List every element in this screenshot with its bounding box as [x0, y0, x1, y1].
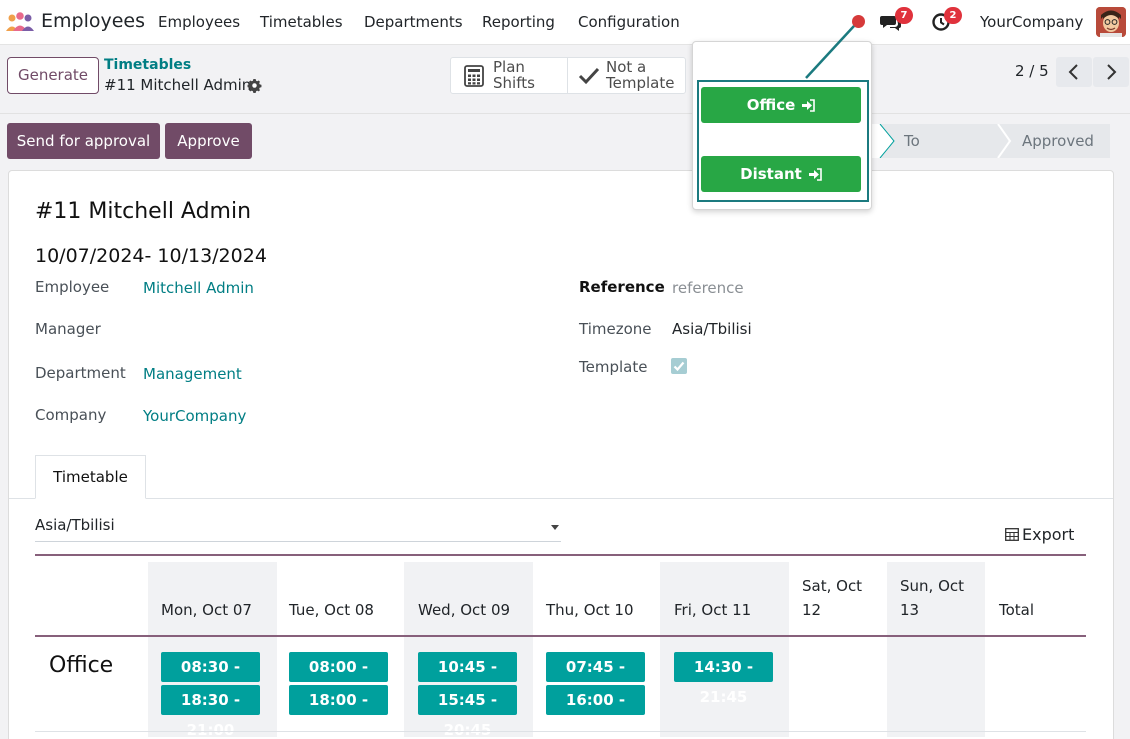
col-header-sat-day: 12	[802, 601, 822, 619]
slot-mon-1[interactable]: 08:30 - 12:15	[161, 652, 260, 706]
col-header-wed: Wed, Oct 09	[418, 601, 511, 619]
send-for-approval-button[interactable]: Send for approval	[7, 123, 160, 159]
menu-departments[interactable]: Departments	[364, 13, 463, 31]
app-name[interactable]: Employees	[41, 10, 145, 32]
annotation-connector	[805, 25, 855, 79]
company-label: Company	[35, 406, 107, 424]
slot-tue-1[interactable]: 08:00 - 13:30	[289, 652, 388, 706]
col-header-tue: Tue, Oct 08	[289, 601, 374, 619]
menu-configuration[interactable]: Configuration	[578, 13, 680, 31]
tab-timetable[interactable]: Timetable	[35, 455, 146, 499]
slot-tue-2[interactable]: 18:00 - 20:30	[289, 685, 388, 739]
breadcrumb-current: #11 Mitchell Admin	[104, 76, 252, 94]
template-label-2: Template	[606, 74, 675, 92]
calculator-icon	[464, 65, 484, 87]
check-in-office-button[interactable]: Office	[701, 87, 861, 123]
timetable-top-rule	[35, 554, 1086, 556]
row-label-office: Office	[49, 653, 114, 678]
export-label: Export	[1022, 525, 1075, 544]
slot-fri-1[interactable]: 14:30 - 21:45	[674, 652, 773, 706]
record-title: #11 Mitchell Admin	[35, 199, 252, 224]
office-label: Office	[746, 96, 796, 114]
activities-badge: 2	[944, 7, 962, 24]
not-a-template-button[interactable]: Not a Template	[568, 58, 686, 93]
col-header-total: Total	[999, 601, 1035, 619]
generate-button[interactable]: Generate	[7, 57, 99, 94]
status-approved[interactable]: Approved	[1022, 124, 1094, 158]
slot-mon-2[interactable]: 18:30 - 21:00	[161, 685, 260, 739]
table-icon	[1005, 528, 1019, 541]
employee-field[interactable]: Mitchell Admin	[143, 279, 254, 297]
timezone-label: Timezone	[579, 320, 652, 338]
col-header-sun: Sun, Oct	[900, 577, 965, 595]
col-header-mon: Mon, Oct 07	[161, 601, 252, 619]
col-header-sat: Sat, Oct	[802, 577, 863, 595]
plan-shifts-label-2: Shifts	[493, 74, 535, 92]
check-icon	[673, 361, 685, 372]
timetable-timezone-value: Asia/Tbilisi	[35, 516, 115, 534]
company-switcher[interactable]: YourCompany	[980, 13, 1083, 31]
manager-label: Manager	[35, 320, 101, 338]
chevron-left-icon	[1068, 64, 1078, 80]
menu-reporting[interactable]: Reporting	[482, 13, 555, 31]
form-sheet: #11 Mitchell Admin 10/07/2024- 10/13/202…	[8, 170, 1114, 739]
menu-timetables[interactable]: Timetables	[260, 13, 343, 31]
approve-button[interactable]: Approve	[165, 123, 252, 159]
slot-wed-2[interactable]: 15:45 - 20:45	[418, 685, 517, 739]
reference-field[interactable]: reference	[672, 279, 744, 297]
pager-next-button[interactable]	[1093, 57, 1129, 87]
breadcrumb-timetables[interactable]: Timetables	[104, 57, 191, 73]
company-field[interactable]: YourCompany	[143, 407, 246, 425]
row-divider	[35, 731, 1086, 732]
employees-app-icon[interactable]	[4, 11, 36, 33]
sign-in-icon	[808, 168, 822, 181]
top-navbar: Employees Employees Timetables Departmen…	[0, 0, 1130, 45]
record-dates: 10/07/2024- 10/13/2024	[35, 245, 267, 267]
slot-thu-2[interactable]: 16:00 - 21:15	[546, 685, 645, 739]
control-panel-divider	[0, 113, 1130, 114]
template-label: Template	[579, 358, 648, 376]
user-avatar[interactable]	[1096, 7, 1126, 37]
manager-field[interactable]	[143, 320, 343, 340]
pager-value[interactable]: 2 / 5	[1015, 62, 1049, 80]
reference-label: Reference	[579, 278, 665, 296]
col-header-thu: Thu, Oct 10	[546, 601, 634, 619]
messages-badge: 7	[895, 7, 913, 24]
tab-divider	[9, 498, 1113, 499]
timetable-header-rule	[35, 635, 1086, 637]
plan-shifts-label-1: Plan	[493, 58, 525, 76]
menu-employees[interactable]: Employees	[158, 13, 240, 31]
timetable-timezone-select[interactable]: Asia/Tbilisi	[35, 516, 561, 542]
slot-thu-1[interactable]: 07:45 - 15:45	[546, 652, 645, 706]
export-button[interactable]: Export	[1005, 525, 1074, 544]
department-label: Department	[35, 364, 126, 382]
smart-buttons: Plan Shifts Not a Template	[450, 57, 686, 94]
checkmark-icon	[578, 67, 600, 85]
gear-icon[interactable]	[247, 78, 262, 93]
chevron-right-icon	[1107, 64, 1117, 80]
template-checkbox[interactable]	[671, 358, 687, 374]
department-field[interactable]: Management	[143, 365, 242, 383]
template-label-1: Not a	[606, 58, 647, 76]
slot-wed-1[interactable]: 10:45 - 14:00	[418, 652, 517, 706]
distant-label: Distant	[740, 165, 802, 183]
status-to-approve[interactable]: To approve	[904, 124, 965, 184]
caret-down-icon	[551, 525, 559, 530]
plan-shifts-button[interactable]: Plan Shifts	[451, 58, 567, 93]
pager-previous-button[interactable]	[1056, 57, 1092, 87]
check-in-distant-button[interactable]: Distant	[701, 156, 861, 192]
col-header-fri: Fri, Oct 11	[674, 601, 752, 619]
timezone-field[interactable]: Asia/Tbilisi	[672, 320, 752, 338]
employee-label: Employee	[35, 278, 110, 296]
col-header-sun-day: 13	[900, 601, 920, 619]
sign-in-icon	[802, 99, 816, 112]
